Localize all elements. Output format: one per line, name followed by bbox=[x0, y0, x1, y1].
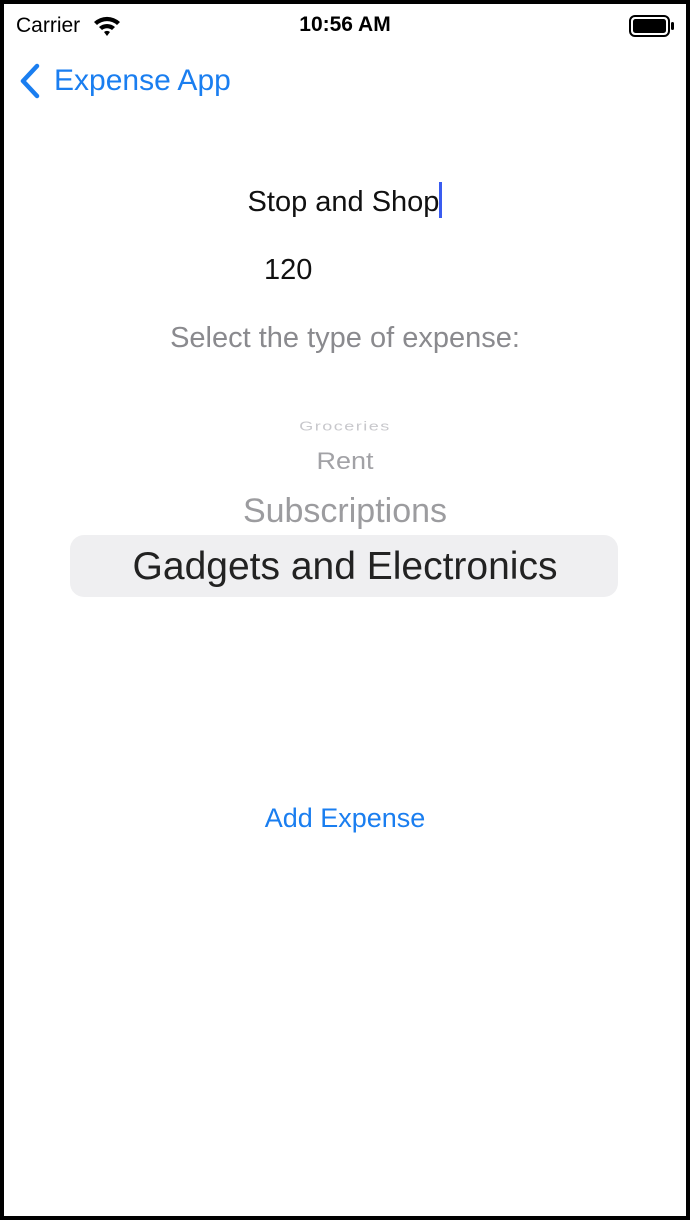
picker-option-subscriptions[interactable]: Subscriptions bbox=[4, 492, 686, 531]
back-button-label: Expense App bbox=[54, 64, 231, 97]
expense-amount-field[interactable]: 120 bbox=[264, 254, 312, 287]
status-time: 10:56 AM bbox=[299, 13, 391, 36]
back-button[interactable]: Expense App bbox=[18, 62, 231, 100]
battery-icon bbox=[629, 15, 675, 37]
expense-name-value: Stop and Shop bbox=[247, 186, 440, 218]
picker-option-rent[interactable]: Rent bbox=[4, 448, 686, 475]
status-bar: Carrier 10:56 AM bbox=[4, 4, 686, 48]
text-cursor bbox=[439, 182, 443, 218]
chevron-left-icon bbox=[20, 63, 40, 99]
expense-name-field[interactable]: Stop and Shop bbox=[4, 182, 686, 222]
expense-type-prompt: Select the type of expense: bbox=[170, 322, 520, 354]
picker-option-groceries[interactable]: Groceries bbox=[4, 419, 686, 434]
app-screen: Carrier 10:56 AM Expense App Stop and Sh… bbox=[4, 4, 686, 1216]
expense-type-picker[interactable]: Groceries Rent Subscriptions Gadgets and… bbox=[4, 404, 686, 684]
picker-option-selected[interactable]: Gadgets and Electronics bbox=[4, 545, 686, 589]
add-expense-button[interactable]: Add Expense bbox=[4, 802, 686, 835]
